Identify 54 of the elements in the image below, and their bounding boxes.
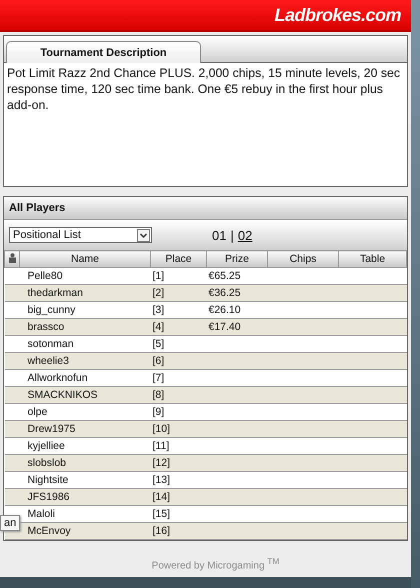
table-cell: Pelle80 <box>28 270 63 282</box>
tooltip: an <box>0 515 20 531</box>
table-cell: €17.40 <box>208 321 241 333</box>
table-cell: Nightsite <box>28 474 68 486</box>
table-cell: [3] <box>152 304 164 316</box>
table-cell: wheelie3 <box>28 355 69 367</box>
table-cell: Allworknofun <box>28 372 88 384</box>
table-cell: JFS1986 <box>28 491 70 503</box>
table-cell: slobslob <box>28 457 66 469</box>
panel-title: All Players <box>9 202 66 214</box>
person-icon <box>8 252 16 262</box>
column-header[interactable]: Chips <box>268 250 338 268</box>
caret-icon <box>137 228 150 242</box>
table-cell: [11] <box>152 440 170 452</box>
list-dropdown[interactable]: Positional List <box>9 227 152 243</box>
table-cell: big_cunny <box>28 304 76 316</box>
logo-text: Ladbrokes.com <box>274 4 401 26</box>
table-cell: [7] <box>152 372 164 384</box>
table-cell: [14] <box>152 491 170 503</box>
table-cell: [4] <box>152 321 164 333</box>
table-cell: Maloli <box>28 508 55 520</box>
page-link[interactable]: 01 <box>212 228 226 242</box>
table-cell: [15] <box>152 508 170 520</box>
column-header[interactable]: Table <box>338 250 406 268</box>
table-cell: [16] <box>152 525 170 537</box>
column-header[interactable] <box>4 250 20 268</box>
table-cell: brassco <box>28 321 64 333</box>
table-cell: SMACKNIKOS <box>28 389 98 401</box>
table-cell: sotonman <box>28 338 74 350</box>
panel-tab[interactable]: Tournament Description <box>6 41 201 63</box>
table-cell: [13] <box>152 474 170 486</box>
table-cell: thedarkman <box>28 287 83 299</box>
table-cell: [12] <box>152 457 170 469</box>
table-cell: [8] <box>152 389 164 401</box>
footer-text: Powered by Microgaming $^{TM}$ <box>152 556 280 572</box>
table-cell: €36.25 <box>208 287 241 299</box>
table-cell: [6] <box>152 355 164 367</box>
table-cell: [10] <box>152 423 170 435</box>
table-cell: Drew1975 <box>28 423 76 435</box>
page-link[interactable]: 02 <box>238 228 252 242</box>
table-cell: olpe <box>28 406 48 418</box>
table-cell: €65.25 <box>208 270 241 282</box>
column-header[interactable]: Name <box>20 250 150 268</box>
table-cell: [5] <box>152 338 164 350</box>
table-cell: kyjelliee <box>28 440 65 452</box>
table-cell: [2] <box>152 287 164 299</box>
page-separator: | <box>230 228 234 242</box>
description-text: Pot Limit Razz 2nd Chance PLUS. 2,000 chips, 15 minute levels, 20 sec response time, 120 sec time bank. One €5 rebuy in the first hour plus add-on. <box>7 65 402 113</box>
table-cell: €26.10 <box>208 304 241 316</box>
table-cell: McEnvoy <box>28 525 71 537</box>
column-header[interactable]: Place <box>150 250 206 268</box>
column-header[interactable]: Prize <box>206 250 268 268</box>
table-cell: [1] <box>152 270 164 282</box>
table-cell: [9] <box>152 406 164 418</box>
